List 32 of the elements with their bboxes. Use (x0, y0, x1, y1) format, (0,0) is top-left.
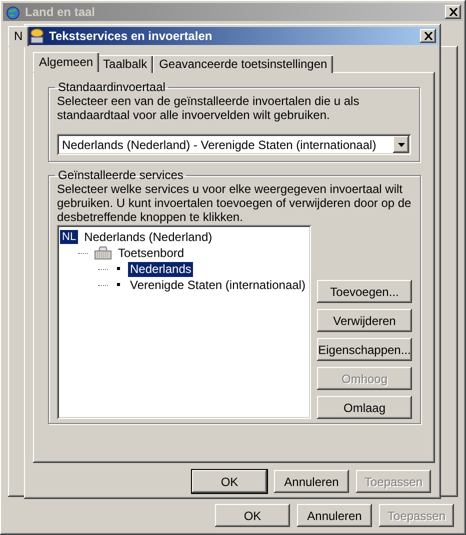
dropdown-arrow-icon (398, 142, 404, 146)
dialog-button[interactable]: Omlaag (317, 396, 412, 419)
tab[interactable]: Algemeen (33, 52, 100, 73)
dialog-title: Tekstservices en invoertalen (49, 29, 214, 43)
group-description: Selecteer een van de geïnstalleerde invoertalen die u als standaardtaal voor alle invoervelden wilt gebruiken. (57, 94, 360, 122)
close-button[interactable] (445, 5, 461, 19)
keyboard-globe-icon (29, 28, 45, 44)
window-title: Land en taal (25, 5, 96, 19)
dialog-button[interactable]: Eigenschappen... (317, 338, 412, 361)
tab[interactable]: N (8, 26, 29, 47)
keyboard-icon (94, 246, 112, 260)
language-badge: NL (60, 230, 78, 244)
dialog-button[interactable]: Annuleren (274, 470, 349, 493)
dialog-button[interactable]: Verwijderen (317, 309, 412, 332)
tab[interactable]: Taalbalk (97, 55, 154, 73)
tree-item[interactable]: Toetsenbord (116, 246, 186, 260)
group-title: Geïnstalleerde services (57, 168, 184, 182)
group-title: Standaardinvoertaal (57, 80, 166, 94)
dialog-button[interactable]: Toevoegen... (317, 280, 412, 303)
close-button[interactable] (420, 29, 436, 43)
language-dropdown[interactable]: Nederlands (Nederland) - Verenigde Staten (internationaal) (57, 134, 411, 155)
dialog-button[interactable]: Annuleren (297, 504, 372, 527)
tree-item[interactable]: Verenigde Staten (internationaal) (128, 278, 308, 292)
close-icon (424, 32, 432, 40)
tree-item[interactable]: Nederlands (128, 262, 194, 276)
dialog-button[interactable]: OK (215, 504, 290, 527)
globe-icon (5, 4, 21, 20)
group-description: Selecteer welke services u voor elke weergegeven invoertaal wilt gebruiken. U kunt invoertalen toevoegen of verwijderen door op de desbetreffende knoppen te klikken. (57, 182, 412, 224)
tab[interactable]: Geavanceerde toetsinstellingen (153, 55, 334, 73)
tree-item[interactable]: Nederlands (Nederland) (82, 230, 214, 244)
close-icon (448, 8, 458, 16)
dialog-button[interactable]: OK (192, 470, 267, 493)
